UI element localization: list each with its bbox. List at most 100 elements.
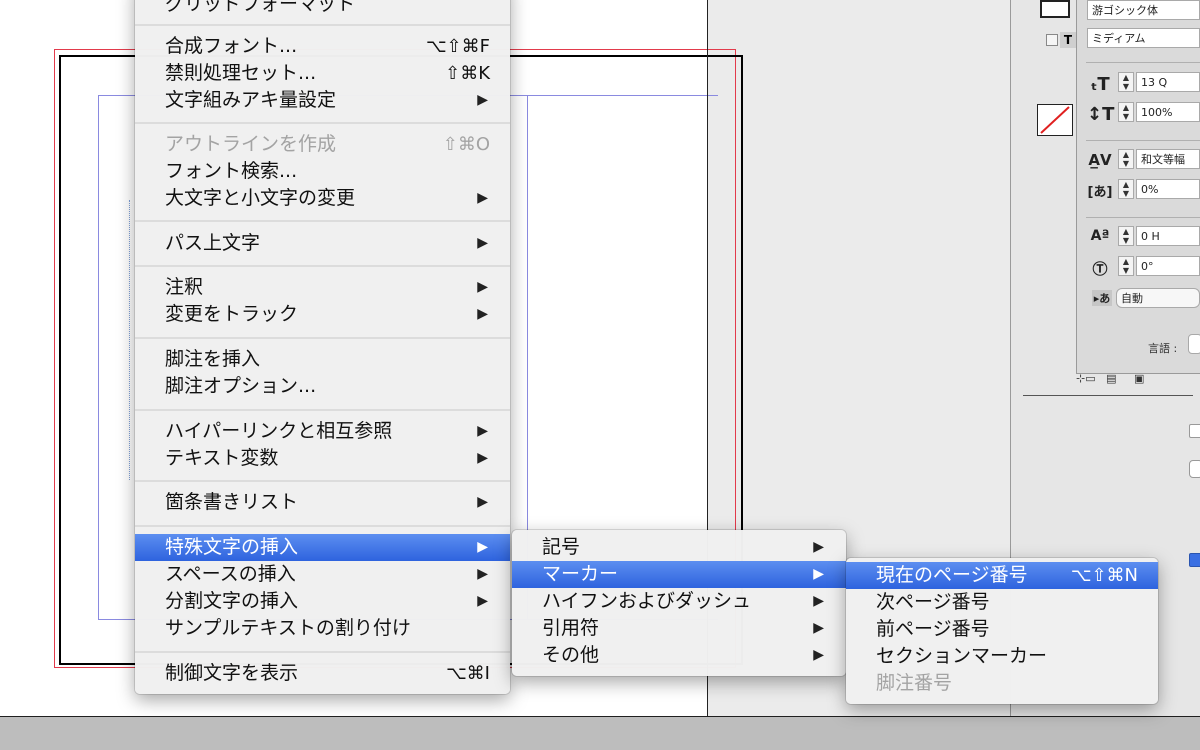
menu-item-insert-break[interactable]: 分割文字の挿入 ▶	[135, 588, 510, 615]
menu-item-insert-white-space[interactable]: スペースの挿入 ▶	[135, 561, 510, 588]
menu-item-composite-font[interactable]: 合成フォント... ⌥⇧⌘F	[135, 33, 510, 60]
language-label: 言語 :	[1148, 342, 1178, 355]
menu-item-find-font[interactable]: フォント検索...	[135, 158, 510, 185]
menu-item-label: 箇条書きリスト	[165, 491, 299, 513]
submenu-item-section-marker[interactable]: セクションマーカー	[846, 643, 1158, 670]
menu-item-label: マーカー	[542, 563, 619, 585]
submenu-arrow-icon: ▶	[813, 647, 824, 663]
menu-item-label: 次ページ番号	[876, 591, 990, 613]
rotation-icon: Ⓣ	[1092, 260, 1108, 278]
menu-item-grid-format[interactable]: グリッドフォーマット	[135, 0, 510, 18]
submenu-item-quotation-marks[interactable]: 引用符 ▶	[512, 615, 846, 642]
submenu-item-hyphens-dashes[interactable]: ハイフンおよびダッシュ ▶	[512, 588, 846, 615]
submenu-arrow-icon: ▶	[477, 235, 488, 251]
panel-checkbox-checked[interactable]	[1189, 553, 1200, 567]
menu-item-label: 記号	[542, 536, 581, 558]
menu-item-label: 脚注を挿入	[165, 348, 261, 370]
tracking-field[interactable]: 和文等幅	[1136, 149, 1200, 169]
submenu-item-previous-page-number[interactable]: 前ページ番号	[846, 616, 1158, 643]
menu-item-label: アウトラインを作成	[165, 133, 337, 155]
vertical-scale-icon: ↕T	[1087, 104, 1115, 125]
menu-item-label: ハイパーリンクと相互参照	[165, 420, 393, 442]
panel-divider	[1023, 395, 1193, 396]
menu-item-kinsoku-set[interactable]: 禁則処理セット... ⇧⌘K	[135, 60, 510, 87]
menu-separator	[135, 337, 510, 339]
rotation-field[interactable]: 0°	[1136, 256, 1200, 276]
swatch-small-checkbox[interactable]	[1046, 34, 1058, 46]
menu-item-label: 特殊文字の挿入	[165, 536, 299, 558]
menu-item-label: 変更をトラック	[165, 303, 299, 325]
menu-shortcut: ⌥⇧⌘F	[425, 36, 490, 57]
markers-submenu: 現在のページ番号 ⌥⇧⌘N 次ページ番号 前ページ番号 セクションマーカー 脚注…	[846, 558, 1158, 704]
menu-item-label: 文字組みアキ量設定	[165, 89, 337, 111]
menu-separator	[135, 24, 510, 26]
menu-item-label: ハイフンおよびダッシュ	[542, 590, 752, 612]
stroke-none-swatch[interactable]	[1037, 104, 1073, 136]
submenu-arrow-icon: ▶	[477, 423, 488, 439]
menu-item-label: その他	[542, 644, 600, 666]
menu-separator	[135, 409, 510, 411]
menu-item-label: 脚注オプション...	[165, 375, 317, 397]
menu-item-mojikumi[interactable]: 文字組みアキ量設定 ▶	[135, 87, 510, 114]
menu-item-show-hidden-characters[interactable]: 制御文字を表示 ⌥⌘I	[135, 660, 510, 687]
menu-item-type-on-path[interactable]: パス上文字 ▶	[135, 230, 510, 257]
tsume-stepper[interactable]: ▲ ▼	[1118, 179, 1134, 199]
menu-item-insert-footnote[interactable]: 脚注を挿入	[135, 346, 510, 373]
font-style-field[interactable]: ミディアム	[1087, 28, 1200, 48]
submenu-item-other[interactable]: その他 ▶	[512, 642, 846, 669]
menu-item-hyperlinks[interactable]: ハイパーリンクと相互参照 ▶	[135, 418, 510, 445]
menu-separator	[135, 480, 510, 482]
menu-item-notes[interactable]: 注釈 ▶	[135, 274, 510, 301]
font-size-field[interactable]: 13 Q	[1136, 72, 1200, 92]
vertical-scale-field[interactable]: 100%	[1136, 102, 1200, 122]
menu-item-label: 注釈	[165, 276, 204, 298]
menu-item-bulleted-lists[interactable]: 箇条書きリスト ▶	[135, 489, 510, 516]
rotation-stepper[interactable]: ▲ ▼	[1118, 256, 1134, 276]
submenu-item-symbols[interactable]: 記号 ▶	[512, 534, 846, 561]
menu-item-text-variables[interactable]: テキスト変数 ▶	[135, 445, 510, 472]
tsume-field[interactable]: 0%	[1136, 179, 1200, 199]
menu-item-fill-placeholder-text[interactable]: サンプルテキストの割り付け	[135, 615, 510, 642]
menu-item-label: テキスト変数	[165, 447, 279, 469]
font-size-stepper[interactable]: ▲ ▼	[1118, 72, 1134, 92]
baseline-shift-stepper[interactable]: ▲ ▼	[1118, 226, 1134, 246]
submenu-arrow-icon: ▶	[477, 279, 488, 295]
type-menu: グリッドフォーマット 合成フォント... ⌥⇧⌘F 禁則処理セット... ⇧⌘K…	[135, 0, 510, 694]
panel-button-small[interactable]	[1189, 460, 1200, 478]
submenu-arrow-icon: ▶	[813, 566, 824, 582]
panel-checkbox-1[interactable]	[1189, 424, 1200, 438]
auto-select[interactable]: 自動	[1116, 288, 1200, 308]
menu-item-label: 脚注番号	[876, 672, 953, 694]
text-frame-guide	[129, 200, 130, 480]
submenu-item-next-page-number[interactable]: 次ページ番号	[846, 589, 1158, 616]
menu-item-label: 禁則処理セット...	[165, 62, 317, 84]
baseline-shift-field[interactable]: 0 H	[1136, 226, 1200, 246]
font-family-field[interactable]: 游ゴシック体	[1087, 0, 1200, 20]
submenu-item-markers[interactable]: マーカー ▶	[512, 561, 846, 588]
font-size-icon: ₜT	[1090, 74, 1110, 95]
panel-separator	[1086, 217, 1200, 218]
none-slash-icon	[1040, 106, 1070, 134]
submenu-arrow-icon: ▶	[477, 494, 488, 510]
menu-item-change-case[interactable]: 大文字と小文字の変更 ▶	[135, 185, 510, 212]
menu-shortcut: ⇧⌘K	[445, 63, 490, 84]
vertical-scale-stepper[interactable]: ▲ ▼	[1118, 102, 1134, 122]
submenu-arrow-icon: ▶	[477, 450, 488, 466]
menu-item-label: 分割文字の挿入	[165, 590, 299, 612]
language-select[interactable]	[1188, 334, 1200, 354]
fill-swatch[interactable]	[1040, 0, 1070, 18]
tracking-stepper[interactable]: ▲ ▼	[1118, 149, 1134, 169]
menu-item-insert-special-character[interactable]: 特殊文字の挿入 ▶	[135, 534, 510, 561]
text-format-icon[interactable]: T	[1060, 32, 1076, 48]
menu-item-label: セクションマーカー	[876, 645, 1048, 667]
kana-icon: ▸あ	[1092, 290, 1112, 306]
menu-item-footnote-options[interactable]: 脚注オプション...	[135, 373, 510, 400]
menu-item-label: 前ページ番号	[876, 618, 990, 640]
menu-item-label: スペースの挿入	[165, 563, 296, 585]
submenu-arrow-icon: ▶	[477, 306, 488, 322]
menu-separator	[135, 122, 510, 124]
submenu-item-current-page-number[interactable]: 現在のページ番号 ⌥⇧⌘N	[846, 562, 1158, 589]
menu-item-label: グリッドフォーマット	[165, 0, 356, 15]
submenu-arrow-icon: ▶	[477, 566, 488, 582]
menu-item-track-changes[interactable]: 変更をトラック ▶	[135, 301, 510, 328]
